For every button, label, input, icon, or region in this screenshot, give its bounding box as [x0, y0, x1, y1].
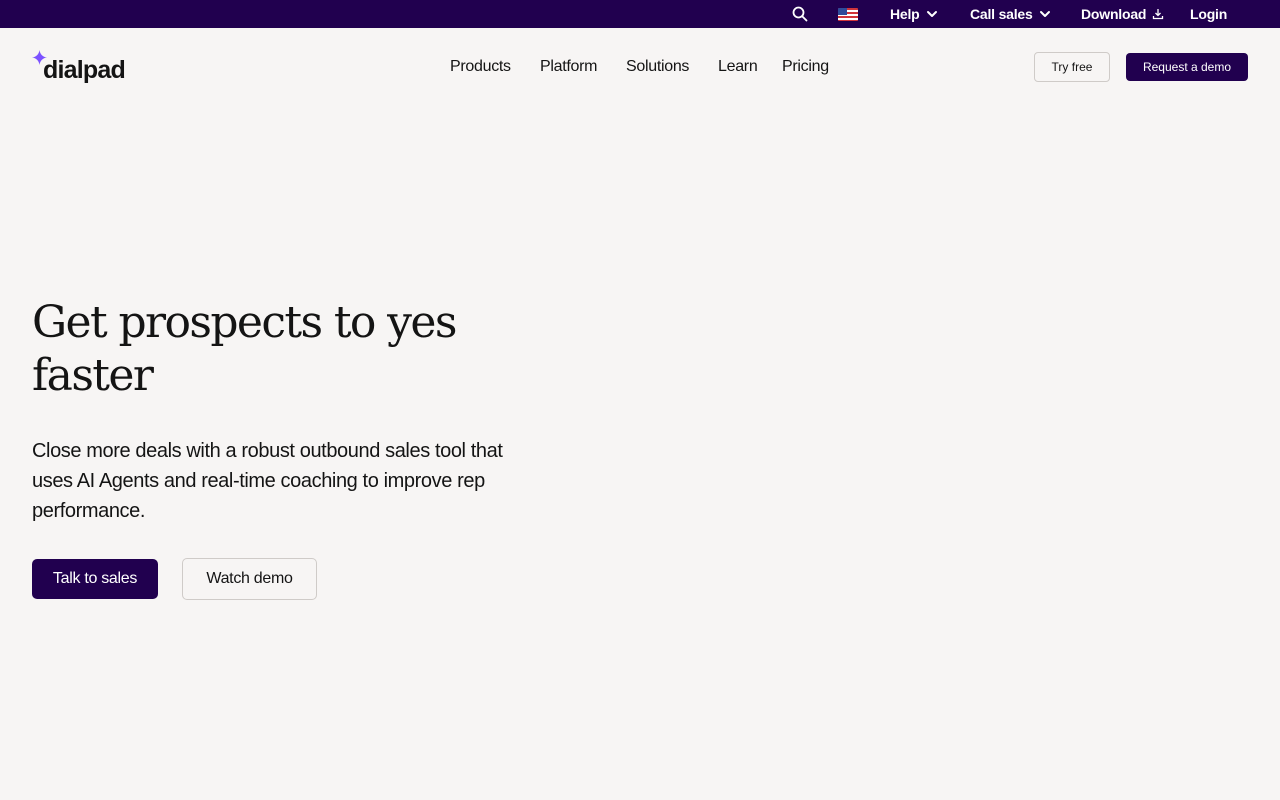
download-link[interactable]: Download — [1081, 0, 1164, 28]
hero-title-line-2: faster — [32, 350, 154, 401]
nav-learn[interactable]: Learn — [718, 57, 758, 77]
call-sales-label: Call sales — [970, 6, 1033, 22]
nav-pricing[interactable]: Pricing — [782, 57, 829, 77]
us-flag-icon — [838, 7, 858, 21]
site-header: dialpad Products Platform Solutions Lear… — [0, 28, 1280, 106]
help-label: Help — [890, 6, 920, 22]
search-icon — [792, 6, 808, 22]
download-label: Download — [1081, 6, 1147, 22]
search-button[interactable] — [792, 0, 808, 28]
watch-demo-button[interactable]: Watch demo — [182, 558, 317, 600]
locale-selector[interactable] — [838, 0, 858, 28]
hero-title-line-1: Get prospects to yes — [32, 297, 457, 348]
nav-platform[interactable]: Platform — [540, 57, 597, 77]
talk-to-sales-button[interactable]: Talk to sales — [32, 559, 158, 599]
chevron-down-icon — [926, 8, 938, 20]
utility-bar: Help Call sales Download Login — [0, 0, 1280, 28]
nav-solutions[interactable]: Solutions — [626, 57, 689, 77]
chevron-down-icon — [1039, 8, 1051, 20]
request-demo-button[interactable]: Request a demo — [1126, 53, 1248, 81]
call-sales-menu[interactable]: Call sales — [970, 0, 1051, 28]
nav-products[interactable]: Products — [450, 57, 511, 77]
hero-title: Get prospects to yes faster — [32, 296, 552, 402]
hero-subtitle: Close more deals with a robust outbound … — [32, 440, 503, 522]
login-link[interactable]: Login — [1190, 0, 1227, 28]
help-menu[interactable]: Help — [890, 0, 938, 28]
try-free-button[interactable]: Try free — [1034, 52, 1110, 82]
download-icon — [1152, 8, 1164, 20]
login-label: Login — [1190, 6, 1228, 22]
